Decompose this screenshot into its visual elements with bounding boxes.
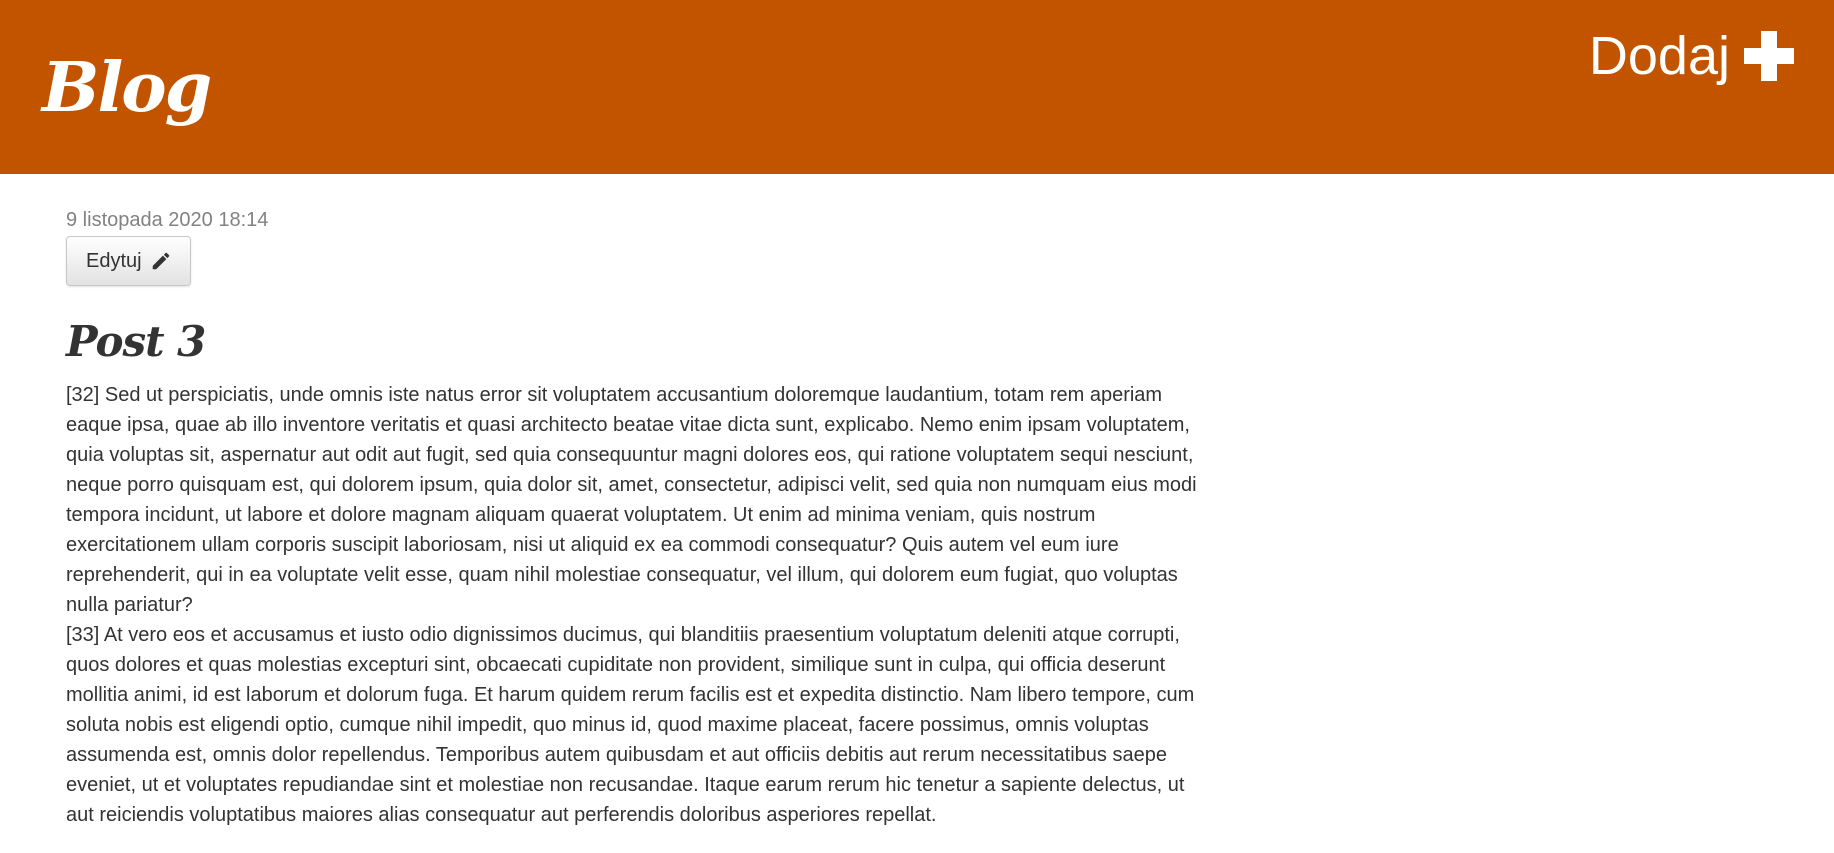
add-post-button[interactable]: Dodaj	[1589, 24, 1794, 88]
pencil-icon	[152, 252, 169, 270]
page-header: Blog Dodaj	[0, 0, 1834, 174]
add-post-label: Dodaj	[1588, 26, 1730, 86]
edit-button[interactable]: Edytuj	[66, 236, 191, 286]
edit-button-label: Edytuj	[86, 249, 142, 272]
plus-icon	[1744, 31, 1794, 81]
post-date: 9 listopada 2020 18:14	[66, 209, 269, 231]
post-body: [32] Sed ut perspiciatis, unde omnis ist…	[66, 384, 1197, 826]
post-article: 9 listopada 2020 18:14 Edytuj Post 3 [32…	[66, 206, 1206, 830]
site-logo[interactable]: Blog	[42, 48, 212, 128]
post-title: Post 3	[66, 317, 206, 366]
